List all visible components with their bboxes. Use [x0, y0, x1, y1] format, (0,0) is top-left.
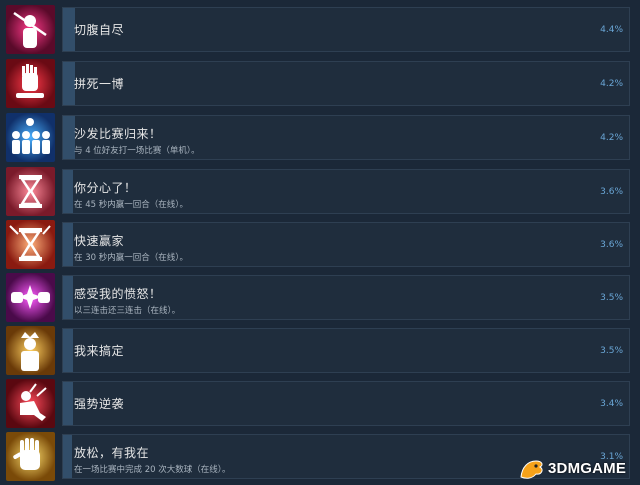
- achievement-bar: 沙发比赛归来！ 与 4 位好友打一场比赛（单机）。 4.2%: [62, 115, 630, 160]
- achievement-bar: 强势逆袭 3.4%: [62, 381, 630, 426]
- progress-fill: [63, 329, 73, 372]
- achievement-row[interactable]: 我来搞定 3.5%: [6, 326, 634, 375]
- progress-fill: [63, 170, 74, 213]
- achievement-description: 在一场比赛中完成 20 次大数球（在线）。: [74, 465, 231, 475]
- open-hand-icon: [6, 432, 55, 481]
- fist-clash-icon: [6, 273, 55, 322]
- progress-fill: [63, 382, 73, 425]
- progress-fill: [63, 223, 74, 266]
- achievement-row[interactable]: 感受我的愤怒！ 以三连击还三连击（在线）。 3.5%: [6, 273, 634, 322]
- achievement-bar: 你分心了！ 在 45 秒内赢一回合（在线）。 3.6%: [62, 169, 630, 214]
- achievement-title: 感受我的愤怒！: [74, 287, 162, 301]
- raised-hand-icon: [6, 59, 55, 108]
- unlock-percent: 3.6%: [600, 240, 623, 250]
- unlock-percent: 3.6%: [600, 187, 623, 197]
- unlock-percent: 4.2%: [600, 133, 623, 143]
- kneeling-figure-icon: [6, 379, 55, 428]
- watermark-logo: 3DMGAME: [518, 457, 636, 481]
- achievement-row[interactable]: 强势逆袭 3.4%: [6, 379, 634, 428]
- four-players-icon: [6, 113, 55, 162]
- achievement-bar: 拼死一博 4.2%: [62, 61, 630, 106]
- unlock-percent: 3.4%: [600, 399, 623, 409]
- achievement-description: 与 4 位好友打一场比赛（单机）。: [74, 146, 200, 156]
- achievement-row[interactable]: 沙发比赛归来！ 与 4 位好友打一场比赛（单机）。 4.2%: [6, 113, 634, 162]
- achievement-bar: 快速赢家 在 30 秒内赢一回合（在线）。 3.6%: [62, 222, 630, 267]
- achievement-description: 在 45 秒内赢一回合（在线）。: [74, 200, 188, 210]
- achievement-bar: 我来搞定 3.5%: [62, 328, 630, 373]
- hourglass-icon: [6, 167, 55, 216]
- achievement-description: 以三连击还三连击（在线）。: [74, 306, 181, 316]
- watermark-text: 3DMGAME: [548, 460, 627, 477]
- achievement-title: 强势逆袭: [74, 397, 125, 411]
- achievement-row[interactable]: 切腹自尽 4.4%: [6, 5, 634, 54]
- achievement-row[interactable]: 快速赢家 在 30 秒内赢一回合（在线）。 3.6%: [6, 220, 634, 269]
- achievement-title: 拼死一博: [74, 77, 125, 91]
- achievement-row[interactable]: 你分心了！ 在 45 秒内赢一回合（在线）。 3.6%: [6, 167, 634, 216]
- unlock-percent: 3.5%: [600, 346, 623, 356]
- hourglass-burst-icon: [6, 220, 55, 269]
- progress-fill: [63, 276, 73, 319]
- achievement-row[interactable]: 拼死一博 4.2%: [6, 59, 634, 108]
- dragon-icon: [520, 460, 543, 479]
- unlock-percent: 3.5%: [600, 293, 623, 303]
- achievement-title: 切腹自尽: [74, 23, 125, 37]
- achievement-description: 在 30 秒内赢一回合（在线）。: [74, 253, 188, 263]
- crowned-figure-icon: [6, 326, 55, 375]
- achievement-title: 快速赢家: [74, 234, 125, 248]
- achievement-title: 沙发比赛归来！: [74, 127, 162, 141]
- stabbed-figure-icon: [6, 5, 55, 54]
- unlock-percent: 4.4%: [600, 25, 623, 35]
- achievement-title: 你分心了！: [74, 181, 137, 195]
- achievement-bar: 感受我的愤怒！ 以三连击还三连击（在线）。 3.5%: [62, 275, 630, 320]
- achievement-title: 我来搞定: [74, 344, 125, 358]
- progress-fill: [63, 435, 72, 478]
- unlock-percent: 4.2%: [600, 79, 623, 89]
- achievement-title: 放松，有我在: [74, 446, 150, 460]
- achievement-bar: 切腹自尽 4.4%: [62, 7, 630, 52]
